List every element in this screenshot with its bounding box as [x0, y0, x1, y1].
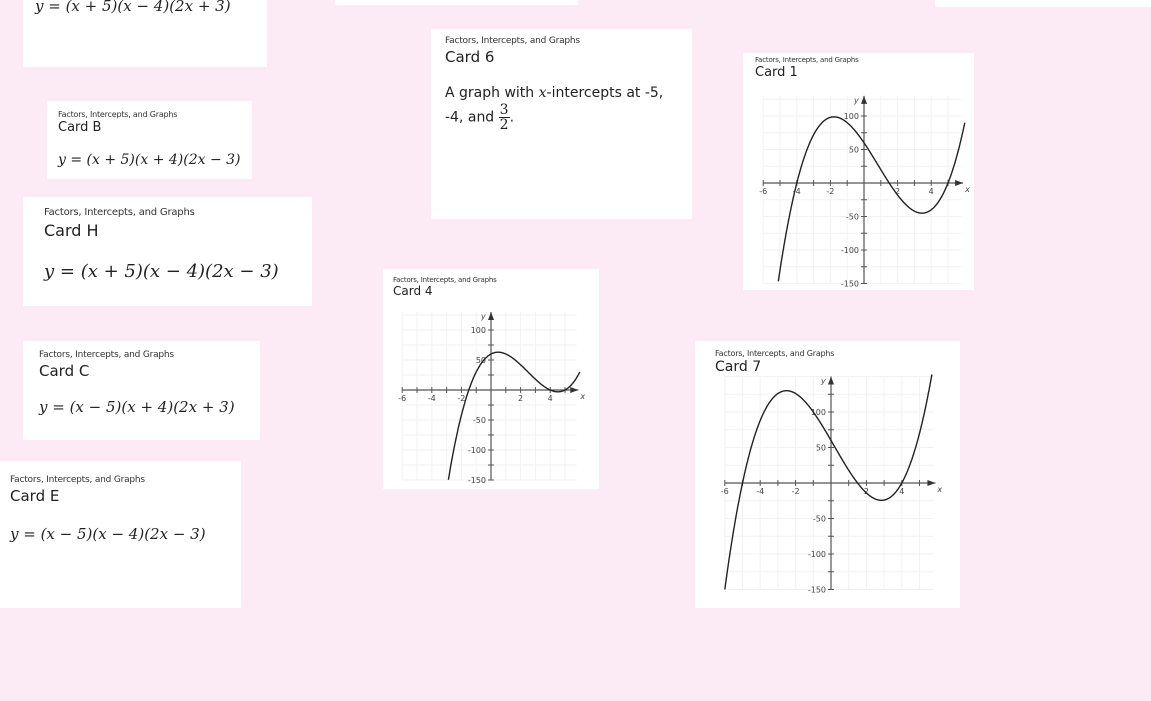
- x-tick-label: -6: [759, 187, 767, 196]
- y-axis-label: y: [853, 96, 859, 105]
- y-axis-label: y: [820, 377, 826, 386]
- card-h[interactable]: Factors, Intercepts, and Graphs Card H y…: [23, 197, 312, 306]
- y-tick-label: -150: [808, 586, 826, 595]
- text: .: [509, 109, 515, 126]
- card-header: Factors, Intercepts, and Graphs: [44, 207, 195, 218]
- card-header: Factors, Intercepts, and Graphs: [39, 350, 174, 360]
- y-axis-arrow: [488, 312, 494, 320]
- y-tick-label: 50: [816, 444, 826, 453]
- card-title: Card E: [10, 487, 60, 505]
- equation: y = (x + 5)(x − 4)(2x + 3): [35, 0, 231, 15]
- text: -4, and: [445, 109, 499, 126]
- card-header: Factors, Intercepts, and Graphs: [445, 36, 580, 46]
- y-tick-label: 100: [844, 112, 859, 121]
- equation: y = (x − 5)(x + 4)(2x + 3): [39, 398, 235, 416]
- x-tick-label: -2: [792, 487, 800, 496]
- y-tick-label: -100: [468, 446, 486, 455]
- card-title: Card B: [58, 120, 102, 135]
- y-tick-label: -50: [813, 515, 826, 524]
- y-tick-label: -150: [841, 280, 859, 289]
- card-7[interactable]: Factors, Intercepts, and Graphs Card 7 -…: [695, 341, 960, 608]
- x-axis-label: x: [936, 485, 942, 494]
- graph-card-4: -6 -4 -2 2 410050-50-100-150xy: [398, 312, 585, 485]
- x-tick-label: -4: [756, 487, 764, 496]
- function-curve: [447, 351, 581, 480]
- card-title: Card H: [44, 221, 99, 240]
- y-tick-label: -50: [846, 213, 859, 222]
- function-curve: [777, 116, 966, 282]
- math-var: x: [538, 85, 547, 101]
- y-axis-label: y: [480, 312, 486, 321]
- x-tick-label: -2: [826, 187, 834, 196]
- x-axis-label: x: [964, 185, 970, 194]
- card-description-line2: -4, and 32.: [445, 103, 514, 132]
- card-4[interactable]: Factors, Intercepts, and Graphs Card 4 -…: [383, 269, 599, 489]
- y-tick-label: -100: [841, 246, 859, 255]
- x-tick-label: -6: [721, 487, 729, 496]
- y-tick-label: -100: [808, 550, 826, 559]
- x-tick-label: 2: [518, 394, 523, 403]
- graph-card-7: -6 -4 -2 2 410050-50-100-150xy: [721, 374, 942, 595]
- card-header: Factors, Intercepts, and Graphs: [10, 475, 145, 485]
- text: A graph with: [445, 85, 539, 101]
- x-axis-arrow: [927, 480, 936, 486]
- equation: y = (x + 5)(x − 4)(2x − 3): [44, 261, 279, 282]
- card-c[interactable]: Factors, Intercepts, and Graphs Card C y…: [23, 341, 260, 440]
- y-tick-label: 100: [471, 326, 486, 335]
- x-tick-label: 4: [899, 487, 904, 496]
- x-tick-label: -4: [428, 394, 436, 403]
- card-1[interactable]: Factors, Intercepts, and Graphs Card 1 -…: [743, 53, 974, 290]
- y-tick-label: 50: [849, 146, 859, 155]
- card-title: Card 6: [445, 48, 495, 66]
- x-tick-label: -2: [457, 394, 465, 403]
- card-top-right-sliver[interactable]: [935, 0, 1151, 7]
- card-6[interactable]: Factors, Intercepts, and Graphs Card 6 A…: [431, 29, 692, 219]
- y-tick-label: -150: [468, 476, 486, 485]
- x-axis-label: x: [579, 392, 585, 401]
- x-tick-label: 4: [929, 187, 934, 196]
- numerator: 3: [498, 102, 510, 118]
- y-axis-arrow: [828, 376, 834, 385]
- card-e[interactable]: Factors, Intercepts, and Graphs Card E y…: [0, 461, 241, 608]
- x-tick-label: 4: [548, 394, 553, 403]
- card-title: Card C: [39, 362, 90, 380]
- card-header: Factors, Intercepts, and Graphs: [58, 110, 178, 119]
- x-axis-arrow: [570, 387, 579, 393]
- card-description-line1: A graph with x-intercepts at -5,: [445, 85, 663, 101]
- equation: y = (x + 5)(x + 4)(2x − 3): [58, 152, 241, 168]
- y-tick-label: -50: [473, 416, 486, 425]
- card-top-sliver[interactable]: [335, 0, 578, 5]
- function-curve: [724, 374, 933, 590]
- x-tick-label: -6: [398, 394, 406, 403]
- x-axis-arrow: [955, 180, 964, 186]
- denominator: 2: [499, 117, 509, 133]
- text: -intercepts at -5,: [546, 85, 664, 101]
- fraction: 32: [498, 102, 510, 133]
- equation: y = (x − 5)(x − 4)(2x − 3): [10, 525, 206, 543]
- card-top-partial[interactable]: y = (x + 5)(x − 4)(2x + 3): [23, 0, 267, 67]
- card-b[interactable]: Factors, Intercepts, and Graphs Card B y…: [47, 101, 252, 179]
- graph-card-1: -6 -4 -2 2 410050-50-100-150xy: [759, 95, 970, 289]
- y-axis-arrow: [861, 95, 867, 104]
